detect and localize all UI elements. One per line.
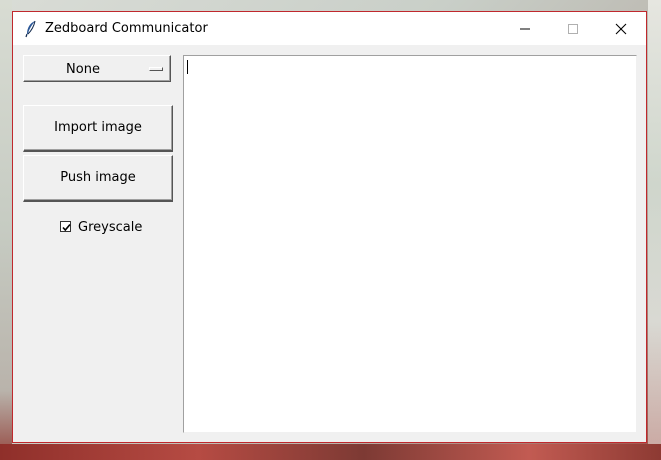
- close-button[interactable]: [598, 12, 644, 45]
- minimize-icon: [520, 28, 530, 30]
- greyscale-checkbox[interactable]: [60, 221, 71, 232]
- dropdown-indicator-icon: [149, 67, 163, 71]
- minimize-button[interactable]: [502, 12, 548, 45]
- desktop-background-left: [0, 0, 12, 460]
- text-area[interactable]: [183, 55, 637, 433]
- window-title: Zedboard Communicator: [45, 21, 208, 36]
- checkmark-icon: [62, 223, 71, 232]
- maximize-button[interactable]: [550, 12, 596, 45]
- client-area: None Import image Push image Greyscale: [13, 45, 646, 442]
- import-image-button[interactable]: Import image: [23, 105, 173, 152]
- close-icon: [615, 23, 627, 35]
- maximize-icon: [568, 24, 578, 34]
- desktop-background-right: [648, 0, 661, 460]
- feather-icon: [24, 20, 38, 38]
- desktop-background-bottom: [0, 444, 661, 460]
- app-window: Zedboard Communicator None Import image …: [12, 11, 647, 443]
- title-bar[interactable]: Zedboard Communicator: [13, 12, 646, 45]
- dropdown-selected-value: None: [66, 62, 100, 77]
- text-cursor: [187, 60, 188, 74]
- greyscale-label: Greyscale: [78, 220, 143, 235]
- push-image-button[interactable]: Push image: [23, 155, 173, 202]
- option-menu-dropdown[interactable]: None: [23, 55, 171, 82]
